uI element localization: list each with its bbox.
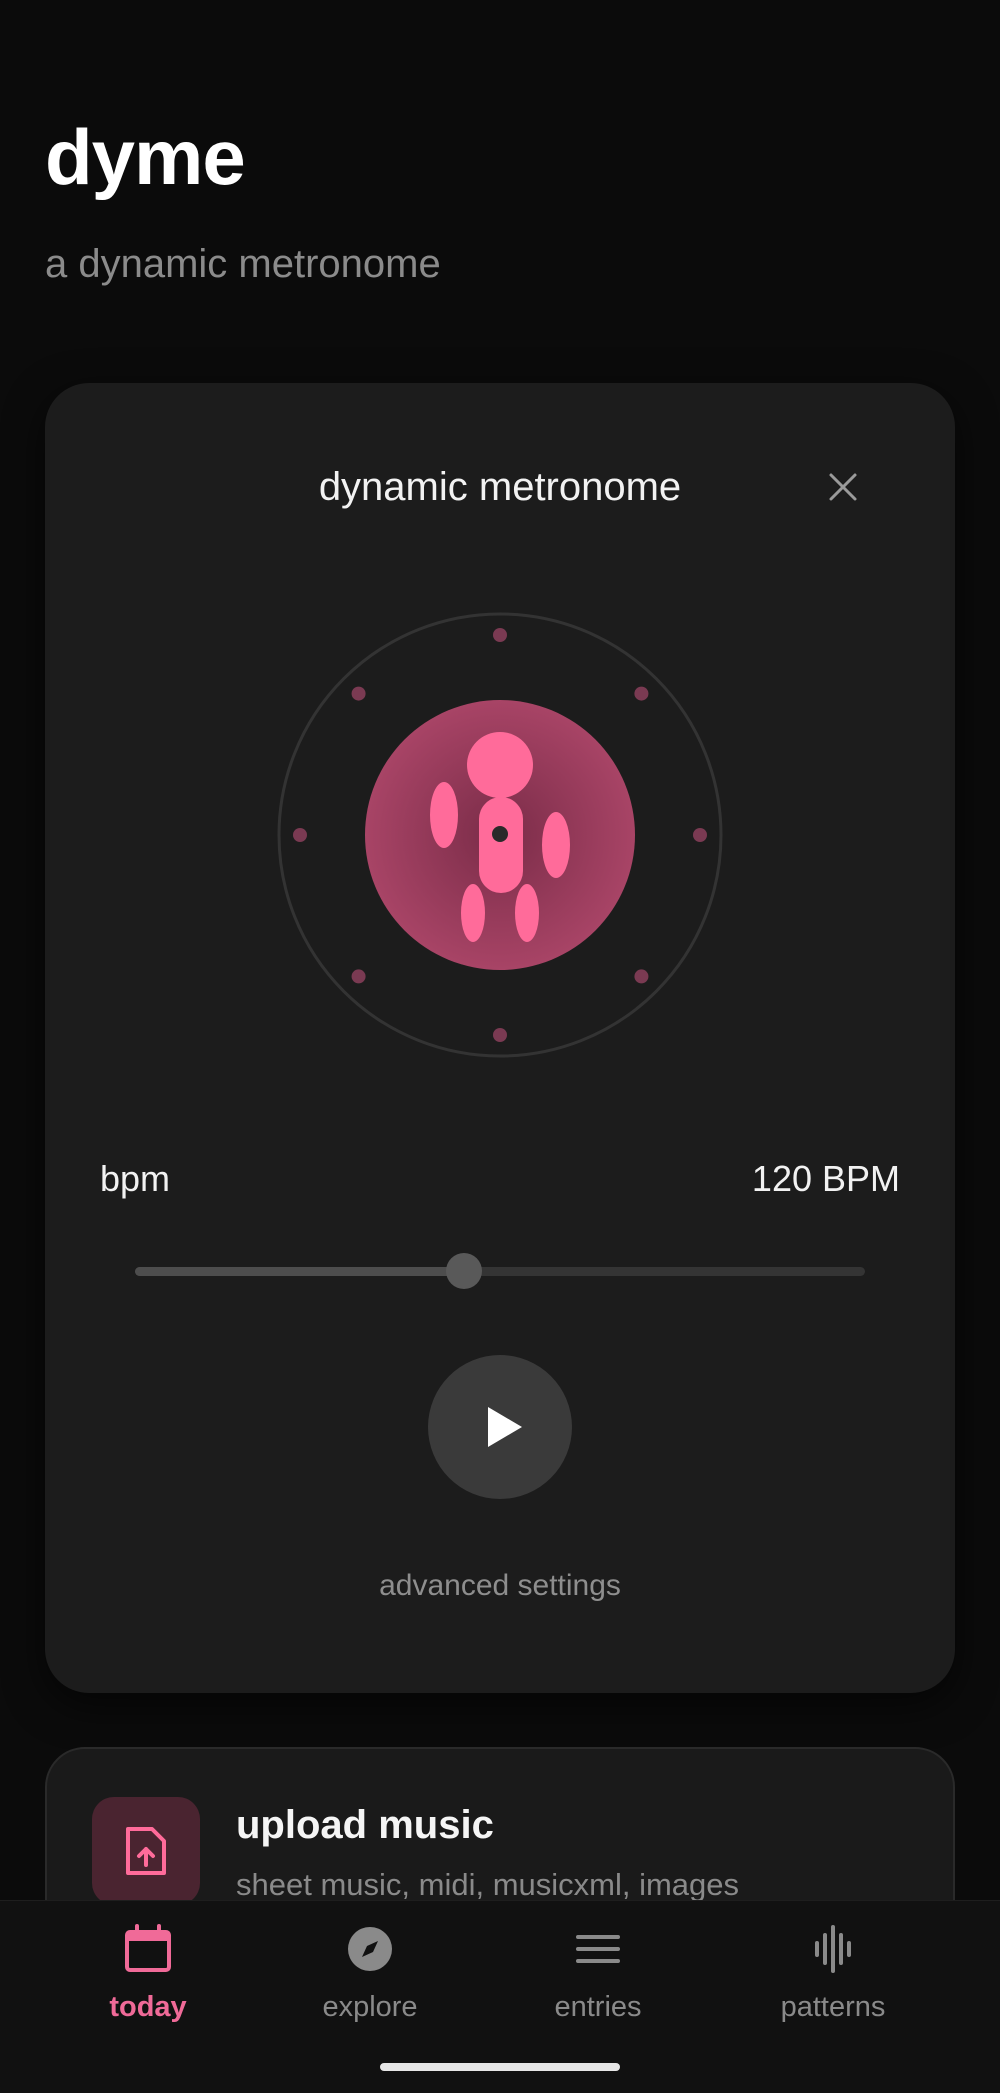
home-indicator: [380, 2063, 620, 2071]
beat-dot: [293, 828, 307, 842]
waveform-icon: [815, 1925, 851, 1973]
beat-dot: [493, 1028, 507, 1042]
metronome-title: dynamic metronome: [318, 465, 682, 509]
bpm-label: bpm: [100, 1158, 171, 1199]
nav-item-explore[interactable]: explore: [270, 1923, 470, 2043]
advanced-settings-link[interactable]: advanced settings: [45, 1571, 955, 1601]
upload-icon-box: [92, 1797, 200, 1905]
close-icon: [829, 473, 857, 501]
nav-item-today[interactable]: today: [48, 1923, 248, 2043]
metronome-card: dynamic metronome bpm 120 BPM advanced s…: [45, 383, 955, 1693]
beat-dot: [493, 628, 507, 642]
nav-label-explore: explore: [322, 1991, 418, 2023]
slider-fill: [135, 1267, 464, 1276]
close-button[interactable]: [825, 469, 861, 505]
beat-dot: [351, 969, 366, 984]
beat-dot: [634, 969, 649, 984]
play-button[interactable]: [428, 1355, 572, 1499]
compass-icon: [348, 1927, 392, 1971]
beat-dot: [351, 686, 366, 701]
nav-label-today: today: [109, 1991, 187, 2023]
bpm-value: 120 BPM: [751, 1158, 900, 1199]
metronome-dial[interactable]: [277, 612, 723, 1058]
nav-label-patterns: patterns: [780, 1991, 886, 2023]
app-title: dyme: [45, 113, 246, 201]
app-subtitle: a dynamic metronome: [45, 242, 441, 286]
upload-subtitle: sheet music, midi, musicxml, images: [236, 1867, 740, 1902]
nav-item-patterns[interactable]: patterns: [733, 1923, 933, 2043]
metronome-visualizer: [277, 612, 723, 1058]
upload-title: upload music: [236, 1803, 494, 1847]
bpm-slider[interactable]: [135, 1253, 865, 1289]
center-dot: [492, 826, 508, 842]
calendar-icon: [125, 1924, 171, 1972]
play-icon: [488, 1407, 522, 1447]
nav-item-entries[interactable]: entries: [498, 1923, 698, 2043]
file-upload-icon: [126, 1827, 166, 1875]
list-icon: [576, 1935, 620, 1963]
beat-dot: [634, 686, 649, 701]
nav-label-entries: entries: [554, 1991, 642, 2023]
slider-thumb[interactable]: [445, 1253, 482, 1289]
beat-dot: [693, 828, 707, 842]
